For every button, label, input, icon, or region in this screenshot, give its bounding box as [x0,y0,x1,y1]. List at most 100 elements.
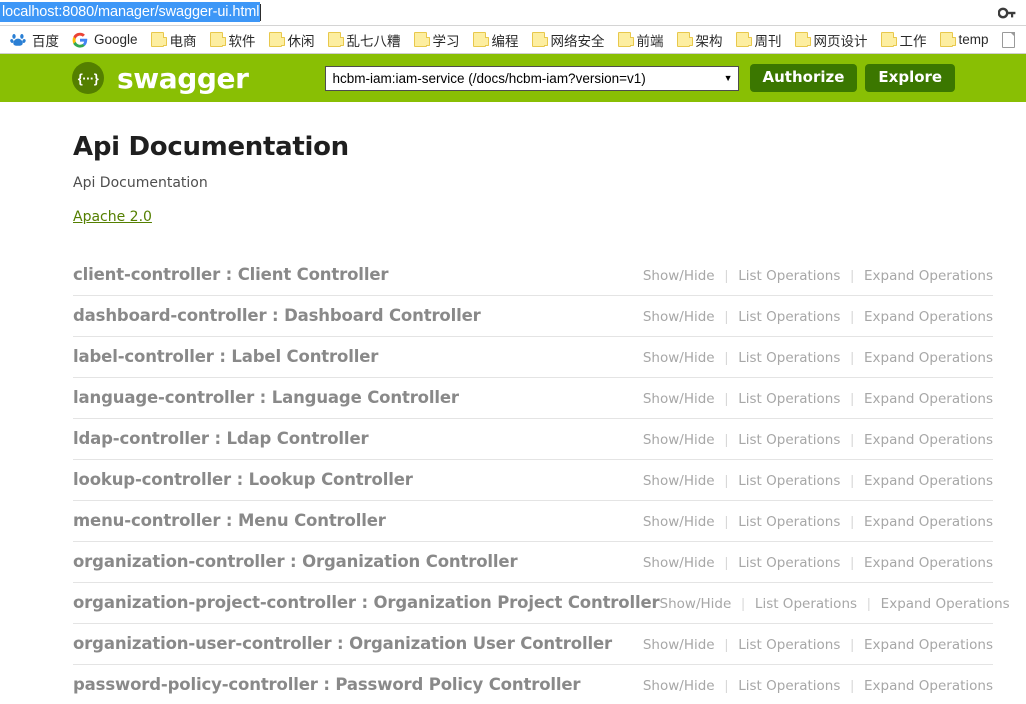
resource-title[interactable]: organization-user-controller : Organizat… [73,624,612,653]
list-operations-link[interactable]: List Operations [738,514,840,530]
folder-icon [327,32,344,47]
url-text[interactable]: localhost:8080/manager/swagger-ui.html [0,2,261,22]
expand-operations-link[interactable]: Expand Operations [864,309,993,325]
spec-url-input[interactable]: hcbm-iam:iam-service (/docs/hcbm-iam?ver… [324,65,739,91]
bookmark-folder-luanqibazao[interactable]: 乱七八糟 [322,29,407,51]
resource-title[interactable]: language-controller : Language Controlle… [73,378,459,407]
expand-operations-link[interactable]: Expand Operations [864,473,993,489]
expand-operations-link[interactable]: Expand Operations [864,391,993,407]
resource-row: menu-controller : Menu Controller Show/H… [73,501,993,542]
show-hide-link[interactable]: Show/Hide [643,268,715,284]
list-operations-link[interactable]: List Operations [738,555,840,571]
bookmark-overflow[interactable] [996,29,1021,51]
resource-title[interactable]: organization-project-controller : Organi… [73,583,660,612]
bookmark-google[interactable]: Google [66,29,144,51]
bookmark-baidu[interactable]: 百度 [4,29,65,51]
resource-row: dashboard-controller : Dashboard Control… [73,296,993,337]
resource-title[interactable]: dashboard-controller : Dashboard Control… [73,296,481,325]
bookmark-label: 网络安全 [550,33,605,49]
folder-icon [268,32,285,47]
explore-button[interactable]: Explore [865,64,956,92]
operations-separator: | [724,431,729,447]
resource-row: client-controller : Client Controller Sh… [73,255,993,296]
resource-title[interactable]: lookup-controller : Lookup Controller [73,460,413,489]
resource-title[interactable]: ldap-controller : Ldap Controller [73,419,369,448]
operations-separator: | [850,390,854,406]
resource-title[interactable]: organization-controller : Organization C… [73,542,518,571]
list-operations-link[interactable]: List Operations [738,473,840,489]
expand-operations-link[interactable]: Expand Operations [864,678,993,694]
google-g-icon [72,32,88,48]
show-hide-link[interactable]: Show/Hide [643,473,715,489]
list-operations-link[interactable]: List Operations [738,432,840,448]
operations-separator: | [850,349,854,365]
list-operations-link[interactable]: List Operations [738,678,840,694]
bookmark-folder-zhoukan[interactable]: 周刊 [730,29,788,51]
bookmark-folder-wangyesheji[interactable]: 网页设计 [789,29,874,51]
list-operations-link[interactable]: List Operations [738,637,840,653]
expand-operations-link[interactable]: Expand Operations [864,350,993,366]
resource-title[interactable]: menu-controller : Menu Controller [73,501,386,530]
show-hide-link[interactable]: Show/Hide [643,637,715,653]
bookmark-label: 电商 [169,33,197,49]
bookmark-folder-ruanjian[interactable]: 软件 [204,29,262,51]
resource-row: lookup-controller : Lookup Controller Sh… [73,460,993,501]
folder-icon [939,32,956,47]
license-link[interactable]: Apache 2.0 [73,209,152,225]
bookmarks-bar: 百度 Google 电商 软件 休闲 乱七八糟 学习 编程 网络安全 前端 架构… [0,26,1026,54]
authorize-button[interactable]: Authorize [749,64,858,92]
operations-separator: | [850,513,854,529]
list-operations-link[interactable]: List Operations [738,350,840,366]
bookmark-label: 百度 [32,33,59,49]
expand-operations-link[interactable]: Expand Operations [864,555,993,571]
show-hide-link[interactable]: Show/Hide [643,555,715,571]
operations-separator: | [724,513,729,529]
list-operations-link[interactable]: List Operations [738,268,840,284]
resource-title[interactable]: label-controller : Label Controller [73,337,378,366]
bookmark-folder-wangluoanquan[interactable]: 网络安全 [526,29,611,51]
operations-separator: | [850,677,854,693]
expand-operations-link[interactable]: Expand Operations [864,432,993,448]
braces-icon: {···} [72,62,104,94]
list-operations-link[interactable]: List Operations [738,309,840,325]
key-icon[interactable] [996,4,1018,22]
show-hide-link[interactable]: Show/Hide [643,514,715,530]
folder-icon [617,32,634,47]
list-operations-link[interactable]: List Operations [738,391,840,407]
bookmark-folder-dianshang[interactable]: 电商 [145,29,203,51]
show-hide-link[interactable]: Show/Hide [660,596,732,612]
expand-operations-link[interactable]: Expand Operations [864,514,993,530]
bookmark-folder-xuexi[interactable]: 学习 [408,29,466,51]
bookmark-label: 架构 [695,33,723,49]
list-operations-link[interactable]: List Operations [755,596,857,612]
address-bar[interactable]: localhost:8080/manager/swagger-ui.html [0,2,262,22]
show-hide-link[interactable]: Show/Hide [643,432,715,448]
api-description: Api Documentation [73,175,208,191]
resource-operations: Show/Hide | List Operations | Expand Ope… [643,337,993,366]
bookmark-folder-xiuxian[interactable]: 休闲 [263,29,321,51]
bookmark-folder-gongzuo[interactable]: 工作 [875,29,933,51]
resource-operations: Show/Hide | List Operations | Expand Ope… [643,296,993,325]
swagger-logo[interactable]: {···} swagger [72,62,249,95]
show-hide-link[interactable]: Show/Hide [643,309,715,325]
resource-operations: Show/Hide | List Operations | Expand Ope… [643,624,993,653]
show-hide-link[interactable]: Show/Hide [643,350,715,366]
resource-row: organization-user-controller : Organizat… [73,624,993,665]
chevron-down-icon[interactable]: ▼ [724,73,733,83]
expand-operations-link[interactable]: Expand Operations [864,637,993,653]
bookmark-folder-temp[interactable]: temp [934,29,995,51]
resource-operations: Show/Hide | List Operations | Expand Ope… [643,665,993,694]
resource-title[interactable]: password-policy-controller : Password Po… [73,665,581,694]
bookmark-folder-biancheng[interactable]: 编程 [467,29,525,51]
resource-title[interactable]: client-controller : Client Controller [73,255,389,284]
bookmark-folder-qianduan[interactable]: 前端 [612,29,670,51]
show-hide-link[interactable]: Show/Hide [643,678,715,694]
bookmark-folder-jiagou[interactable]: 架构 [671,29,729,51]
operations-separator: | [850,267,854,283]
folder-icon [676,32,693,47]
show-hide-link[interactable]: Show/Hide [643,391,715,407]
expand-operations-link[interactable]: Expand Operations [864,268,993,284]
operations-separator: | [724,390,729,406]
expand-operations-link[interactable]: Expand Operations [881,596,1010,612]
folder-icon [531,32,548,47]
